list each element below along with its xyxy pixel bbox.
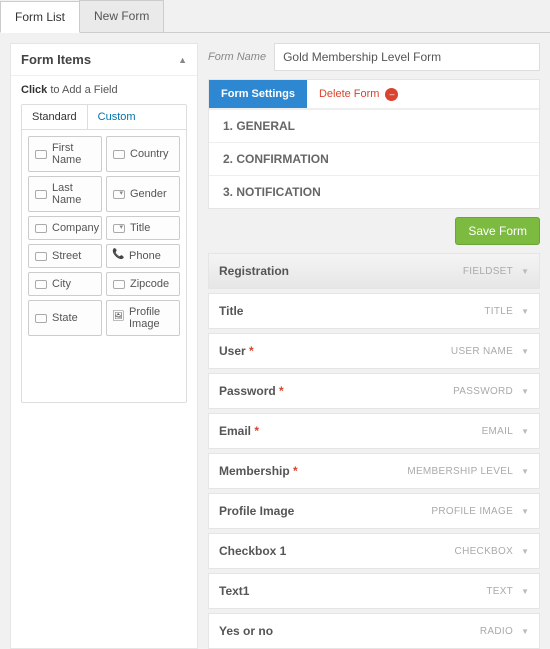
text-field-icon: [113, 280, 125, 289]
field-zipcode[interactable]: Zipcode: [106, 272, 180, 296]
row-label: Profile Image: [219, 504, 294, 518]
row-label: Registration: [219, 264, 289, 278]
text-field-icon: [113, 150, 125, 159]
field-street[interactable]: Street: [28, 244, 102, 268]
row-meta: FIELDSET ▼: [463, 266, 529, 277]
form-row[interactable]: Registration FIELDSET ▼: [208, 253, 540, 289]
text-field-icon: [35, 314, 47, 323]
subtab-custom[interactable]: Custom: [88, 105, 146, 129]
row-meta: RADIO ▼: [480, 626, 529, 637]
row-type: MEMBERSHIP LEVEL: [407, 466, 513, 477]
form-row[interactable]: Title TITLE ▼: [208, 293, 540, 329]
accordion-confirmation[interactable]: 2. CONFIRMATION: [209, 142, 539, 175]
dropdown-icon: [113, 190, 125, 199]
row-meta: MEMBERSHIP LEVEL ▼: [407, 466, 529, 477]
text-field-icon: [35, 150, 47, 159]
form-items-panel: Form Items ▲ Click to Add a Field Standa…: [10, 43, 198, 649]
row-label: Title: [219, 304, 243, 318]
subtab-standard[interactable]: Standard: [22, 105, 88, 129]
form-row[interactable]: Email * EMAIL ▼: [208, 413, 540, 449]
row-meta: PASSWORD ▼: [453, 386, 529, 397]
field-title[interactable]: Title: [106, 216, 180, 240]
field-profile-image[interactable]: Profile Image: [106, 300, 180, 336]
delete-icon: –: [385, 88, 398, 101]
dropdown-icon: [113, 224, 125, 233]
form-items-title: Form Items: [21, 52, 91, 67]
tab-form-list[interactable]: Form List: [0, 1, 80, 33]
form-row[interactable]: Checkbox 1 CHECKBOX ▼: [208, 533, 540, 569]
row-label: Text1: [219, 584, 249, 598]
row-meta: TITLE ▼: [484, 306, 529, 317]
chevron-down-icon[interactable]: ▼: [521, 267, 529, 276]
row-label: Checkbox 1: [219, 544, 286, 558]
row-meta: EMAIL ▼: [482, 426, 529, 437]
form-settings-button[interactable]: Form Settings: [209, 80, 307, 108]
accordion-notification[interactable]: 3. NOTIFICATION: [209, 175, 539, 208]
required-star: *: [276, 384, 284, 398]
required-star: *: [251, 424, 259, 438]
chevron-down-icon[interactable]: ▼: [521, 427, 529, 436]
row-meta: USER NAME ▼: [451, 346, 529, 357]
form-row[interactable]: Membership * MEMBERSHIP LEVEL ▼: [208, 453, 540, 489]
chevron-down-icon[interactable]: ▼: [521, 587, 529, 596]
chevron-down-icon[interactable]: ▼: [521, 627, 529, 636]
row-meta: TEXT ▼: [486, 586, 529, 597]
field-country[interactable]: Country: [106, 136, 180, 172]
field-last-name[interactable]: Last Name: [28, 176, 102, 212]
row-meta: PROFILE IMAGE ▼: [431, 506, 529, 517]
row-type: CHECKBOX: [455, 546, 514, 557]
field-gender[interactable]: Gender: [106, 176, 180, 212]
row-type: PROFILE IMAGE: [431, 506, 513, 517]
field-first-name[interactable]: First Name: [28, 136, 102, 172]
chevron-down-icon[interactable]: ▼: [521, 347, 529, 356]
row-type: EMAIL: [482, 426, 514, 437]
form-row[interactable]: User * USER NAME ▼: [208, 333, 540, 369]
settings-panel: Form Settings Delete Form – 1. GENERAL 2…: [208, 79, 540, 209]
form-row[interactable]: Text1 TEXT ▼: [208, 573, 540, 609]
row-type: TEXT: [486, 586, 513, 597]
row-type: PASSWORD: [453, 386, 513, 397]
row-type: TITLE: [484, 306, 513, 317]
row-label: Membership *: [219, 464, 298, 478]
row-type: FIELDSET: [463, 266, 513, 277]
field-state[interactable]: State: [28, 300, 102, 336]
text-field-icon: [35, 190, 47, 199]
click-hint: Click to Add a Field: [21, 84, 187, 96]
text-field-icon: [35, 224, 47, 233]
delete-form-link[interactable]: Delete Form –: [319, 88, 399, 101]
collapse-icon[interactable]: ▲: [178, 55, 187, 65]
text-field-icon: [35, 280, 47, 289]
row-meta: CHECKBOX ▼: [455, 546, 529, 557]
image-icon: [113, 313, 124, 324]
save-form-button[interactable]: Save Form: [455, 217, 540, 245]
field-city[interactable]: City: [28, 272, 102, 296]
row-type: RADIO: [480, 626, 513, 637]
accordion-general[interactable]: 1. GENERAL: [209, 109, 539, 142]
chevron-down-icon[interactable]: ▼: [521, 467, 529, 476]
field-company[interactable]: Company: [28, 216, 102, 240]
form-rows: Registration FIELDSET ▼ Title TITLE ▼ User * US…: [208, 253, 540, 649]
row-label: Email *: [219, 424, 259, 438]
field-phone[interactable]: Phone: [106, 244, 180, 268]
tab-new-form[interactable]: New Form: [79, 0, 164, 32]
row-label: Password *: [219, 384, 284, 398]
chevron-down-icon[interactable]: ▼: [521, 547, 529, 556]
chevron-down-icon[interactable]: ▼: [521, 507, 529, 516]
chevron-down-icon[interactable]: ▼: [521, 307, 529, 316]
phone-icon: [113, 251, 124, 262]
row-label: User *: [219, 344, 254, 358]
form-row[interactable]: Password * PASSWORD ▼: [208, 373, 540, 409]
row-type: USER NAME: [451, 346, 513, 357]
form-name-input[interactable]: [274, 43, 540, 71]
required-star: *: [290, 464, 298, 478]
chevron-down-icon[interactable]: ▼: [521, 387, 529, 396]
form-name-label: Form Name: [208, 51, 266, 63]
form-row[interactable]: Yes or no RADIO ▼: [208, 613, 540, 649]
top-tabs: Form List New Form: [0, 0, 550, 33]
text-field-icon: [35, 252, 47, 261]
form-row[interactable]: Profile Image PROFILE IMAGE ▼: [208, 493, 540, 529]
row-label: Yes or no: [219, 624, 273, 638]
required-star: *: [246, 344, 254, 358]
